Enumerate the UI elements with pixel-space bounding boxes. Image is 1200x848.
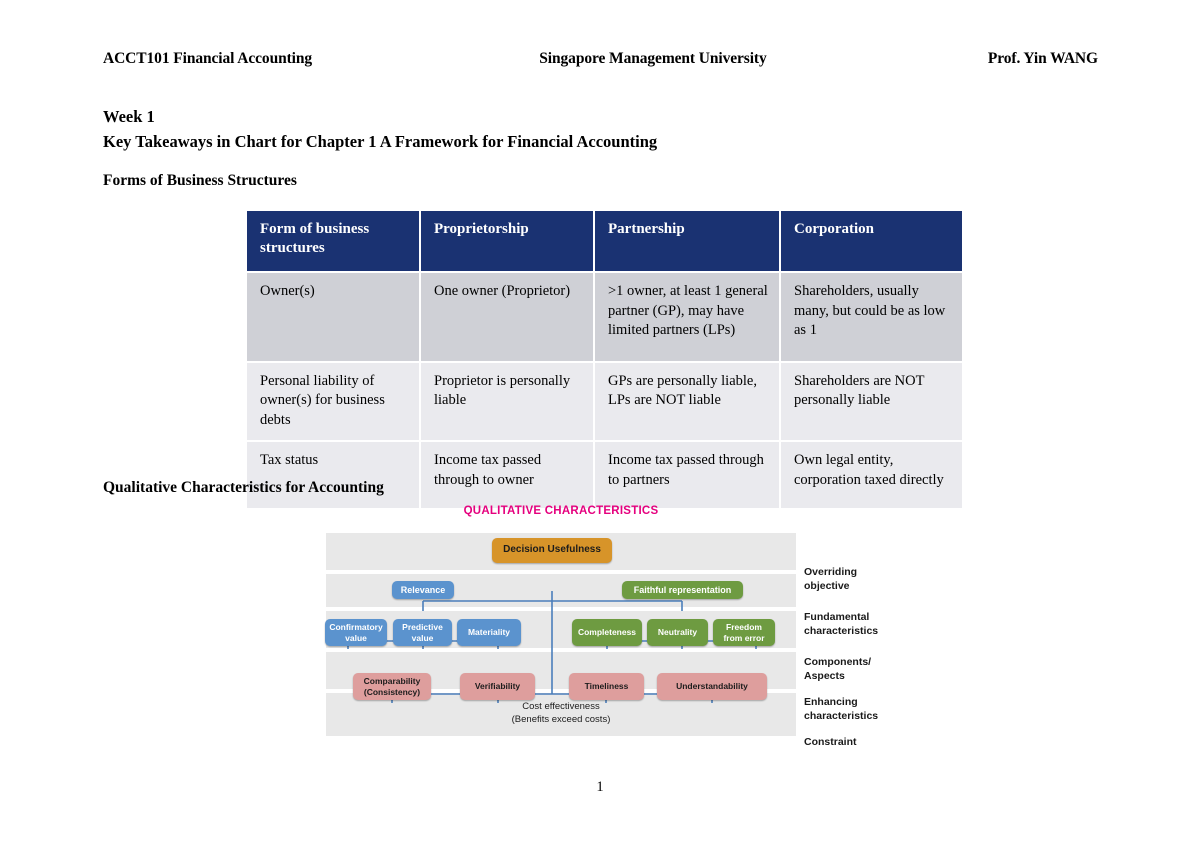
node-line-1: Comparability xyxy=(363,676,421,686)
table-row: Personal liability of owner(s) for busin… xyxy=(247,362,962,440)
page-title: Week 1 Key Takeaways in Chart for Chapte… xyxy=(103,104,657,154)
side-label-overriding-objective: Overriding objective xyxy=(804,566,857,593)
section-heading-forms: Forms of Business Structures xyxy=(103,172,297,189)
node-timeliness[interactable]: Timeliness xyxy=(569,673,644,700)
side-label-fundamental-characteristics: Fundamental characteristics xyxy=(804,611,878,638)
node-relevance[interactable]: Relevance xyxy=(392,581,454,599)
table-row: Owner(s) One owner (Proprietor) >1 owner… xyxy=(247,273,962,361)
header-university: Singapore Management University xyxy=(539,50,767,67)
qualitative-characteristics-diagram: QUALITATIVE CHARACTERISTICS Decision Use… xyxy=(325,505,886,748)
node-line-2: (Consistency) xyxy=(363,686,421,697)
node-understandability[interactable]: Understandability xyxy=(657,673,767,700)
node-line-2: value xyxy=(345,632,367,643)
node-line-1: Confirmatory xyxy=(329,622,383,632)
node-line-2: value xyxy=(411,632,434,643)
table-cell-corporation: Shareholders are NOT personally liable xyxy=(781,362,962,440)
side-label-line-1: Components/ xyxy=(804,656,872,668)
diagram-title: QUALITATIVE CHARACTERISTICS xyxy=(463,505,659,517)
running-header: ACCT101 Financial Accounting Singapore M… xyxy=(103,50,1098,68)
node-line-1: Predictive xyxy=(402,622,443,632)
table-header-cell: Form of business structures xyxy=(247,211,419,271)
table-header-cell: Partnership xyxy=(595,211,779,271)
node-neutrality[interactable]: Neutrality xyxy=(647,619,708,646)
table-cell-corporation: Shareholders, usually many, but could be… xyxy=(781,273,962,361)
side-label-components-aspects: Components/ Aspects xyxy=(804,656,871,683)
side-label-line-1: Enhancing xyxy=(804,696,858,708)
node-comparability[interactable]: Comparability (Consistency) xyxy=(353,673,431,700)
table-cell-partnership: >1 owner, at least 1 general partner (GP… xyxy=(595,273,779,361)
node-cost-effectiveness: Cost effectiveness (Benefits exceed cost… xyxy=(326,701,796,726)
side-label-line-2: characteristics xyxy=(804,709,879,722)
node-confirmatory-value[interactable]: Confirmatory value xyxy=(325,619,387,646)
section-heading-qualitative: Qualitative Characteristics for Accounti… xyxy=(103,479,384,496)
table-cell-label: Tax status xyxy=(247,442,419,508)
header-instructor: Prof. Yin WANG xyxy=(987,50,1098,67)
table-row: Tax status Income tax passed through to … xyxy=(247,442,962,508)
table-cell-proprietorship: Income tax passed through to owner xyxy=(421,442,593,508)
side-label-line-2: objective xyxy=(804,579,850,592)
diagram-canvas: Decision Usefulness Relevance Faithful r… xyxy=(325,533,878,748)
node-materiality[interactable]: Materiality xyxy=(457,619,521,646)
header-course-code: ACCT101 Financial Accounting xyxy=(103,50,313,67)
table-cell-partnership: Income tax passed through to partners xyxy=(595,442,779,508)
node-line-2: from error xyxy=(723,632,765,643)
constraint-line-2: (Benefits exceed costs) xyxy=(511,713,611,725)
node-decision-usefulness[interactable]: Decision Usefulness xyxy=(492,538,612,563)
side-label-line-1: Overriding xyxy=(804,566,858,578)
chapter-title: Key Takeaways in Chart for Chapter 1 A F… xyxy=(103,132,658,151)
table-cell-proprietorship: Proprietor is personally liable xyxy=(421,362,593,440)
node-line-1: Freedom xyxy=(726,622,762,632)
side-label-constraint: Constraint xyxy=(804,736,857,750)
table-header-cell: Corporation xyxy=(781,211,962,271)
table-cell-label: Owner(s) xyxy=(247,273,419,361)
table-header-cell: Proprietorship xyxy=(421,211,593,271)
table-cell-corporation: Own legal entity, corporation taxed dire… xyxy=(781,442,962,508)
node-completeness[interactable]: Completeness xyxy=(572,619,642,646)
side-label-line-2: Aspects xyxy=(804,669,845,682)
constraint-line-1: Cost effectiveness xyxy=(522,701,600,712)
page-number: 1 xyxy=(596,779,604,795)
node-verifiability[interactable]: Verifiability xyxy=(460,673,535,700)
business-structures-table: Form of business structures Proprietorsh… xyxy=(245,209,964,510)
table-cell-proprietorship: One owner (Proprietor) xyxy=(421,273,593,361)
table-cell-label: Personal liability of owner(s) for busin… xyxy=(247,362,419,440)
side-label-line-1: Fundamental xyxy=(804,611,870,623)
week-label: Week 1 xyxy=(103,107,155,126)
side-label-enhancing-characteristics: Enhancing characteristics xyxy=(804,696,878,723)
node-faithful-representation[interactable]: Faithful representation xyxy=(622,581,743,599)
table-cell-partnership: GPs are personally liable, LPs are NOT l… xyxy=(595,362,779,440)
table-header-row: Form of business structures Proprietorsh… xyxy=(247,211,962,271)
side-label-line-1: Constraint xyxy=(804,736,857,748)
node-freedom-from-error[interactable]: Freedom from error xyxy=(713,619,775,646)
side-label-line-2: characteristics xyxy=(804,624,879,637)
node-predictive-value[interactable]: Predictive value xyxy=(393,619,452,646)
